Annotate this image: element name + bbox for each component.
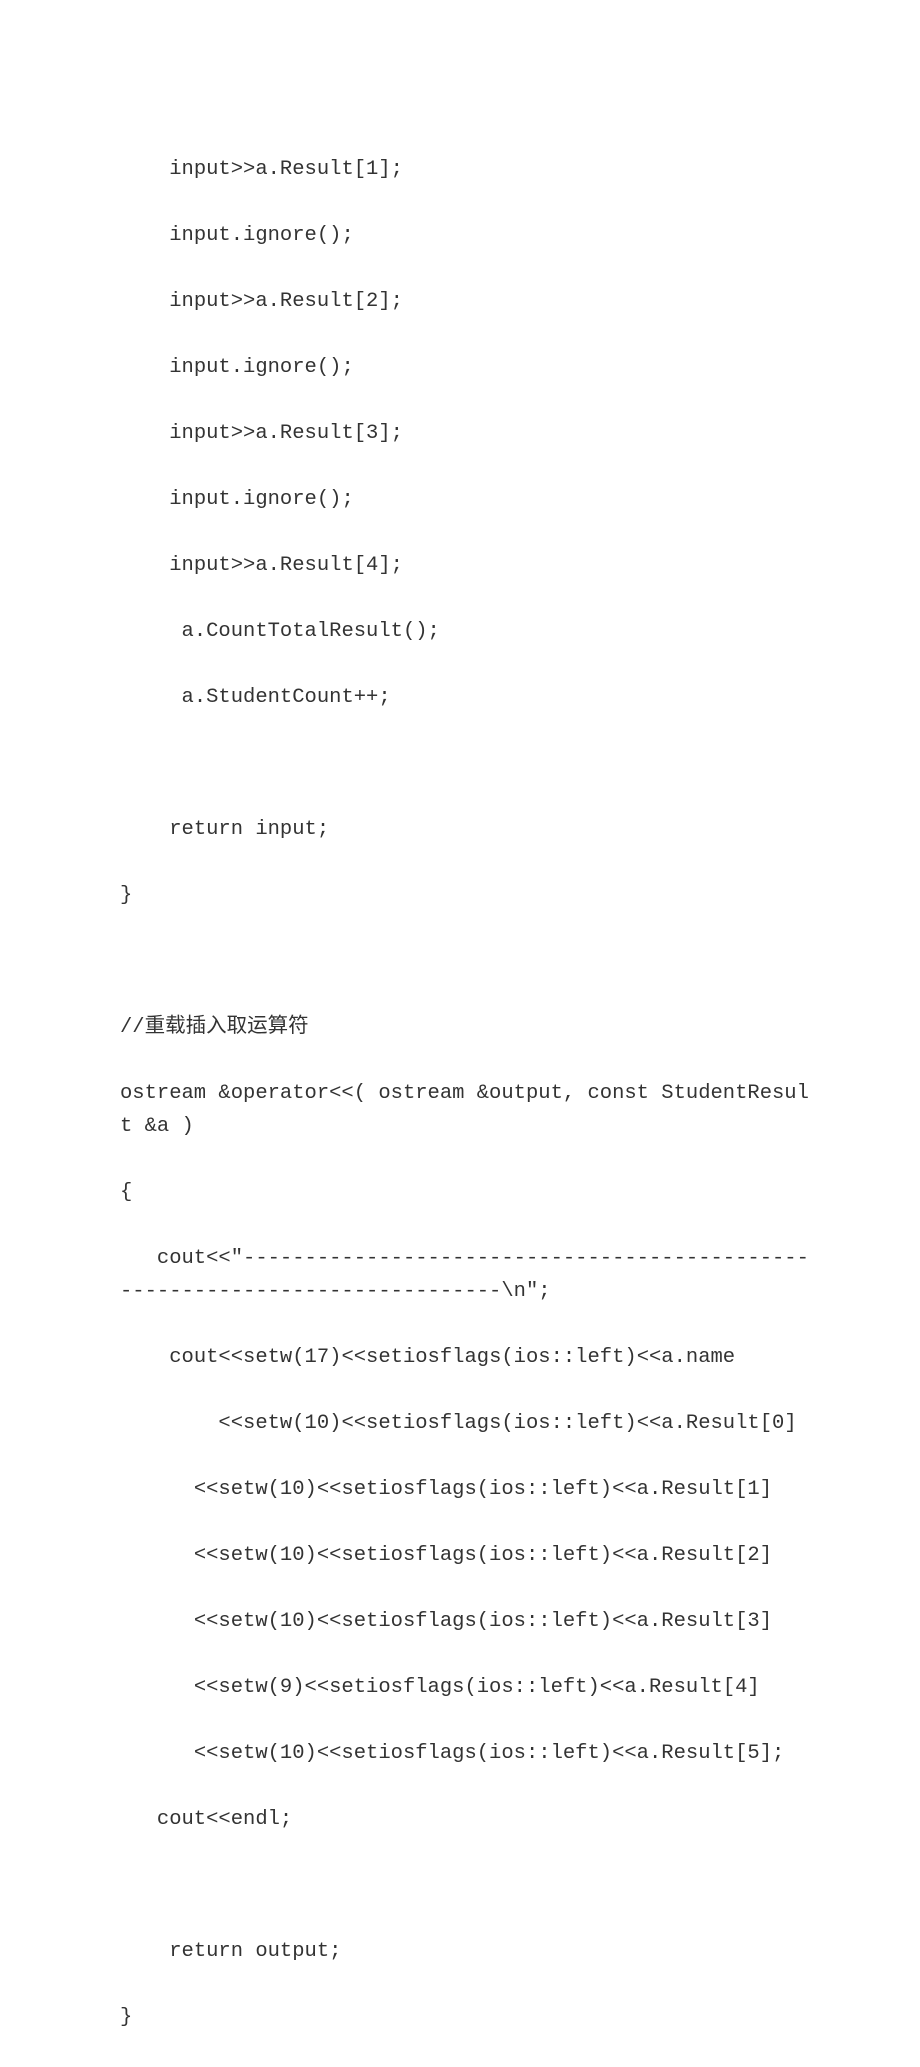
- code-line: cout<<setw(17)<<setiosflags(ios::left)<<…: [120, 1341, 810, 1374]
- code-line: input>>a.Result[2];: [120, 285, 810, 318]
- code-line: input>>a.Result[4];: [120, 549, 810, 582]
- code-line: a.StudentCount++;: [120, 681, 810, 714]
- code-line: <<setw(10)<<setiosflags(ios::left)<<a.Re…: [120, 1605, 810, 1638]
- code-line: cout<<"---------------------------------…: [120, 1242, 810, 1308]
- code-line: }: [120, 2001, 810, 2034]
- document-page: input>>a.Result[1]; input.ignore(); inpu…: [0, 0, 920, 2067]
- code-line: input.ignore();: [120, 483, 810, 516]
- blank-line: [120, 945, 810, 978]
- code-line: input>>a.Result[3];: [120, 417, 810, 450]
- code-line: }: [120, 879, 810, 912]
- code-line: input.ignore();: [120, 351, 810, 384]
- blank-line: [120, 1869, 810, 1902]
- code-line: a.CountTotalResult();: [120, 615, 810, 648]
- code-line: <<setw(9)<<setiosflags(ios::left)<<a.Res…: [120, 1671, 810, 1704]
- code-comment: //重载插入取运算符: [120, 1011, 810, 1044]
- code-line: cout<<endl;: [120, 1803, 810, 1836]
- code-line: <<setw(10)<<setiosflags(ios::left)<<a.Re…: [120, 1737, 810, 1770]
- blank-line: [120, 747, 810, 780]
- code-line: return input;: [120, 813, 810, 846]
- code-line: <<setw(10)<<setiosflags(ios::left)<<a.Re…: [120, 1473, 810, 1506]
- code-line: input.ignore();: [120, 219, 810, 252]
- code-line: input>>a.Result[1];: [120, 153, 810, 186]
- code-line: ostream &operator<<( ostream &output, co…: [120, 1077, 810, 1143]
- code-line: <<setw(10)<<setiosflags(ios::left)<<a.Re…: [120, 1407, 810, 1440]
- code-line: {: [120, 1176, 810, 1209]
- code-line: return output;: [120, 1935, 810, 1968]
- code-line: <<setw(10)<<setiosflags(ios::left)<<a.Re…: [120, 1539, 810, 1572]
